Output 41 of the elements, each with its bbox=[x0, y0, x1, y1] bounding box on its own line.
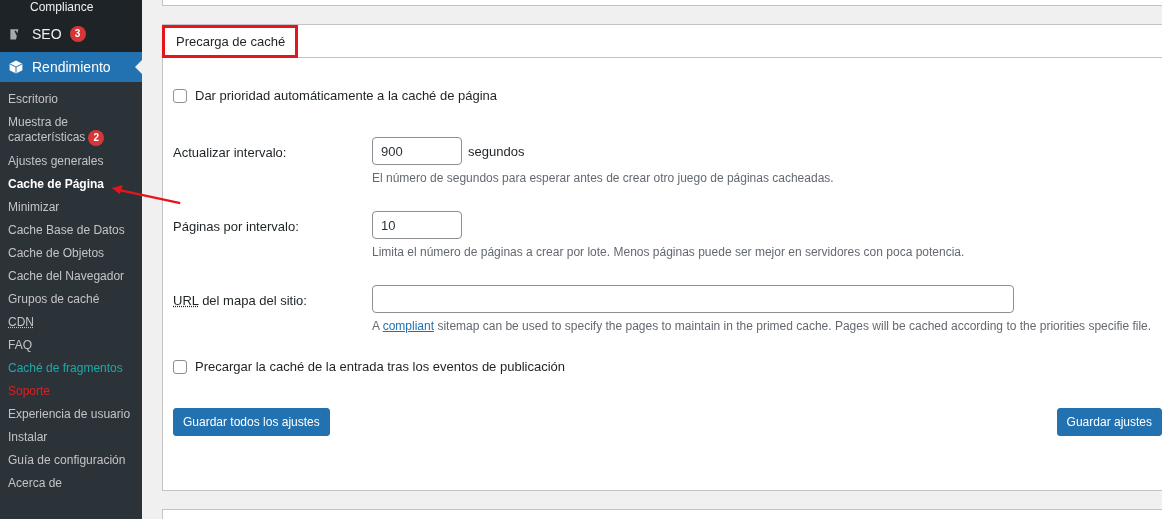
checkbox-label: Precargar la caché de la entrada tras los eventos de publicación bbox=[195, 359, 565, 374]
submenu-item[interactable]: Acerca de bbox=[0, 472, 142, 495]
help-text: A compliant sitemap can be used to specify the pages to maintain in the primed cache. Pages will be cached according to the priorities specifie file. bbox=[372, 318, 1153, 335]
submenu-item[interactable]: Cache Base de Datos bbox=[0, 219, 142, 242]
menu-item[interactable]: SEO 3 bbox=[0, 20, 142, 48]
submenu-item[interactable]: Guía de configuración bbox=[0, 449, 142, 472]
field-label: Actualizar intervalo: bbox=[173, 144, 288, 162]
input-field[interactable]: 10 bbox=[372, 211, 462, 239]
current-pointer-icon bbox=[135, 60, 142, 74]
section-title: Precarga de caché bbox=[162, 24, 299, 58]
input-field[interactable] bbox=[372, 285, 1014, 313]
menu-item[interactable]: Compliance bbox=[0, 0, 94, 16]
unit-label: segundos bbox=[468, 143, 525, 159]
count-badge: 3 bbox=[69, 26, 86, 42]
submenu-item[interactable]: Minimizar bbox=[0, 196, 142, 219]
save-button[interactable]: Guardar ajustes bbox=[1056, 408, 1162, 436]
count-badge: 2 bbox=[88, 130, 105, 146]
submenu-item[interactable]: Muestra de características 2 bbox=[0, 111, 142, 150]
input-field[interactable]: 900 bbox=[372, 137, 462, 165]
checkbox[interactable] bbox=[173, 359, 187, 374]
submenu-item[interactable]: Ajustes generales bbox=[0, 150, 142, 173]
compliant-link[interactable]: compliant bbox=[382, 319, 435, 333]
submenu-item[interactable]: FAQ bbox=[0, 334, 142, 357]
submenu-item[interactable]: Experiencia de usuario bbox=[0, 403, 142, 426]
cube-icon bbox=[8, 59, 24, 75]
submenu-item[interactable]: Escritorio bbox=[0, 88, 142, 111]
submenu-item[interactable]: CDN bbox=[0, 311, 142, 334]
submenu-item[interactable]: Cache del Navegador bbox=[0, 265, 142, 288]
menu-item[interactable]: Rendimiento bbox=[0, 52, 142, 82]
submenu-item[interactable]: Grupos de caché bbox=[0, 288, 142, 311]
help-text: El número de segundos para esperar antes de crear otro juego de páginas cacheadas. bbox=[372, 170, 835, 187]
submenu-item[interactable]: Instalar bbox=[0, 426, 142, 449]
submenu-item[interactable]: Cache de Objetos bbox=[0, 242, 142, 265]
submenu-item[interactable]: Caché de fragmentos bbox=[0, 357, 142, 380]
help-text: Limita el número de páginas a crear por lote. Menos páginas puede ser mejor en servidores con poca potencia. bbox=[372, 244, 966, 261]
submenu-item[interactable]: Cache de Página bbox=[0, 173, 142, 196]
field-label: URL del mapa del sitio: bbox=[173, 292, 308, 310]
field-label: Páginas por intervalo: bbox=[173, 218, 300, 236]
checkbox-label: Dar prioridad automáticamente a la caché de página bbox=[195, 88, 498, 103]
checkbox[interactable] bbox=[173, 88, 187, 103]
save-button[interactable]: Guardar todos los ajustes bbox=[173, 408, 330, 436]
